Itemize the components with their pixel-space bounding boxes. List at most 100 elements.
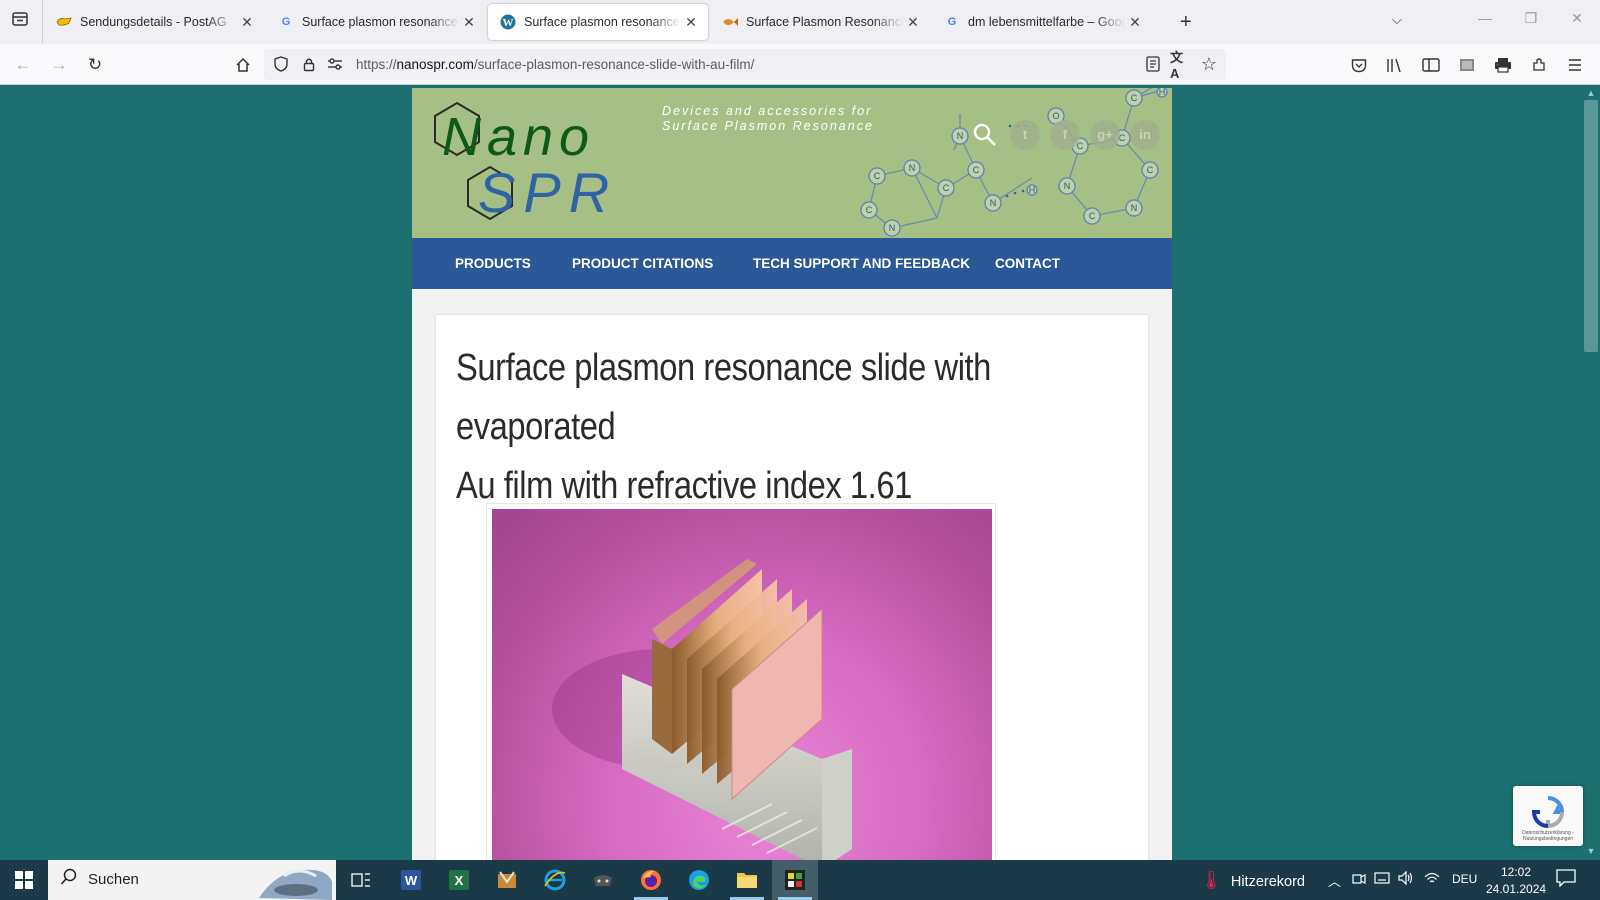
close-tab-icon[interactable]: ✕ bbox=[460, 14, 478, 31]
product-photo[interactable] bbox=[492, 509, 992, 860]
wifi-icon[interactable] bbox=[1424, 871, 1440, 888]
svg-text:W: W bbox=[503, 17, 514, 29]
excel-icon[interactable]: X bbox=[436, 860, 482, 900]
svg-text:N: N bbox=[990, 198, 997, 208]
menu-hamburger-icon[interactable] bbox=[1562, 52, 1588, 78]
windows-taskbar: Suchen W X 🌡 Hitzerekord ︿ DEU 12:02 24.… bbox=[0, 860, 1600, 900]
nav-product-citations[interactable]: PRODUCT CITATIONS bbox=[572, 238, 713, 289]
nav-tech-support[interactable]: TECH SUPPORT AND FEEDBACK bbox=[753, 238, 970, 289]
post-content: Surface plasmon resonance slide with eva… bbox=[436, 315, 1148, 860]
close-tab-icon[interactable]: ✕ bbox=[238, 14, 256, 31]
new-tab-button[interactable]: + bbox=[1180, 10, 1192, 34]
back-arrow-icon[interactable]: ← bbox=[10, 52, 36, 78]
active-app-icon[interactable] bbox=[772, 860, 818, 900]
linkedin-icon[interactable]: in bbox=[1130, 120, 1160, 150]
bookmark-star-icon[interactable]: ☆ bbox=[1198, 53, 1220, 75]
recaptcha-badge[interactable]: Datenschutzerklärung - Nutzungsbedingung… bbox=[1513, 786, 1583, 846]
recaptcha-privacy-text[interactable]: Datenschutzerklärung - Nutzungsbedingung… bbox=[1517, 830, 1579, 842]
nav-contact[interactable]: CONTACT bbox=[995, 238, 1060, 289]
restore-icon[interactable]: ❐ bbox=[1508, 10, 1554, 27]
tagline-line-2: Surface Plasmon Resonance bbox=[662, 119, 874, 133]
reader-view-icon[interactable] bbox=[1142, 53, 1164, 75]
system-clock[interactable]: 12:02 24.01.2024 bbox=[1486, 864, 1546, 898]
weather-text: Hitzerekord bbox=[1230, 874, 1305, 890]
chevron-up-icon[interactable]: ︿ bbox=[1328, 871, 1341, 890]
slide-holder-illustration bbox=[552, 559, 852, 860]
svg-text:C: C bbox=[1147, 165, 1154, 175]
product-image-frame bbox=[486, 503, 996, 860]
extension-icon[interactable] bbox=[1454, 52, 1480, 78]
tab-google-search-2[interactable]: G dm lebensmittelfarbe – Google ✕ bbox=[932, 4, 1152, 40]
twitter-icon[interactable]: t bbox=[1010, 120, 1040, 150]
volume-icon[interactable] bbox=[1398, 870, 1414, 888]
google-plus-icon[interactable]: g+ bbox=[1090, 120, 1120, 150]
url-path: /surface-plasmon-resonance-slide-with-au… bbox=[473, 57, 755, 72]
svg-text:C: C bbox=[1131, 93, 1138, 103]
firefox-icon[interactable] bbox=[628, 860, 674, 900]
edge-icon[interactable] bbox=[676, 860, 722, 900]
windows-start-icon[interactable] bbox=[0, 860, 48, 900]
sidebar-icon[interactable] bbox=[1418, 52, 1444, 78]
tab-separator bbox=[42, 0, 43, 44]
camera-icon[interactable] bbox=[1352, 871, 1366, 888]
scrollbar-thumb[interactable] bbox=[1584, 100, 1598, 352]
internet-explorer-icon[interactable] bbox=[532, 860, 578, 900]
url-scheme: https:// bbox=[356, 57, 397, 72]
shield-icon[interactable] bbox=[270, 53, 292, 75]
logo-spr-text[interactable]: SPR bbox=[478, 160, 617, 225]
task-view-icon[interactable] bbox=[338, 860, 384, 900]
svg-text:X: X bbox=[455, 873, 464, 888]
lock-icon[interactable] bbox=[298, 53, 320, 75]
post-title-line-1: Surface plasmon resonance slide with eva… bbox=[456, 347, 991, 448]
game-controller-icon[interactable] bbox=[580, 860, 626, 900]
app-tools-icon[interactable] bbox=[484, 860, 530, 900]
svg-text:N: N bbox=[1064, 181, 1071, 191]
recaptcha-icon bbox=[1531, 796, 1565, 829]
close-tab-icon[interactable]: ✕ bbox=[1126, 14, 1144, 31]
scroll-down-icon[interactable]: ▼ bbox=[1585, 846, 1597, 856]
svg-text:W: W bbox=[405, 873, 418, 888]
svg-text:C: C bbox=[943, 183, 950, 193]
translate-icon[interactable]: 文A bbox=[1170, 50, 1192, 81]
clock-time: 12:02 bbox=[1500, 865, 1532, 879]
minimize-icon[interactable]: — bbox=[1462, 10, 1508, 26]
print-icon[interactable] bbox=[1490, 52, 1516, 78]
tab-spr-po[interactable]: Surface Plasmon Resonance po ✕ bbox=[710, 4, 930, 40]
tagline-line-1: Devices and accessories for bbox=[662, 104, 873, 118]
site-permissions-icon[interactable] bbox=[324, 53, 346, 75]
reload-icon[interactable]: ↻ bbox=[82, 52, 108, 78]
tab-postag[interactable]: Sendungsdetails - PostAG ✕ bbox=[44, 4, 264, 40]
input-method-icon[interactable] bbox=[1374, 871, 1390, 888]
svg-text:N: N bbox=[957, 131, 964, 141]
url-text[interactable]: https://nanospr.com/surface-plasmon-reso… bbox=[356, 57, 754, 72]
extensions-puzzle-icon[interactable] bbox=[1526, 52, 1552, 78]
close-tab-icon[interactable]: ✕ bbox=[904, 14, 922, 31]
svg-text:N: N bbox=[1131, 203, 1138, 213]
address-bar[interactable]: https://nanospr.com/surface-plasmon-reso… bbox=[264, 49, 1226, 81]
tab-google-search-1[interactable]: G Surface plasmon resonance slid ✕ bbox=[266, 4, 486, 40]
page-scrollbar[interactable]: ▲ ▼ bbox=[1582, 86, 1600, 860]
list-all-tabs-icon[interactable] bbox=[8, 10, 32, 34]
notification-icon[interactable] bbox=[1556, 869, 1578, 891]
close-tab-icon[interactable]: ✕ bbox=[682, 14, 700, 31]
keyboard-language[interactable]: DEU bbox=[1452, 872, 1477, 886]
tab-title: Sendungsdetails - PostAG bbox=[80, 15, 227, 29]
search-icon[interactable] bbox=[972, 122, 1002, 152]
close-window-icon[interactable]: ✕ bbox=[1554, 10, 1600, 27]
tab-nanospr-active[interactable]: W Surface plasmon resonance slid ✕ bbox=[488, 4, 708, 40]
clock-date: 24.01.2024 bbox=[1486, 882, 1547, 896]
postag-horn-icon bbox=[56, 14, 72, 30]
chevron-down-icon[interactable]: ⌵ bbox=[1392, 12, 1402, 28]
social-icon[interactable]: f bbox=[1050, 120, 1080, 150]
nav-products[interactable]: PRODUCTS bbox=[455, 238, 531, 289]
weather-widget[interactable]: 🌡 Hitzerekord bbox=[1200, 870, 1305, 891]
word-icon[interactable]: W bbox=[388, 860, 434, 900]
home-icon[interactable] bbox=[230, 52, 256, 78]
scroll-up-icon[interactable]: ▲ bbox=[1585, 88, 1597, 98]
forward-arrow-icon[interactable]: → bbox=[46, 52, 72, 78]
taskbar-search-box[interactable]: Suchen bbox=[48, 860, 336, 900]
file-explorer-icon[interactable] bbox=[724, 860, 770, 900]
library-icon[interactable] bbox=[1382, 52, 1408, 78]
pocket-icon[interactable] bbox=[1346, 52, 1372, 78]
logo-nano-text[interactable]: Nano bbox=[442, 106, 595, 168]
